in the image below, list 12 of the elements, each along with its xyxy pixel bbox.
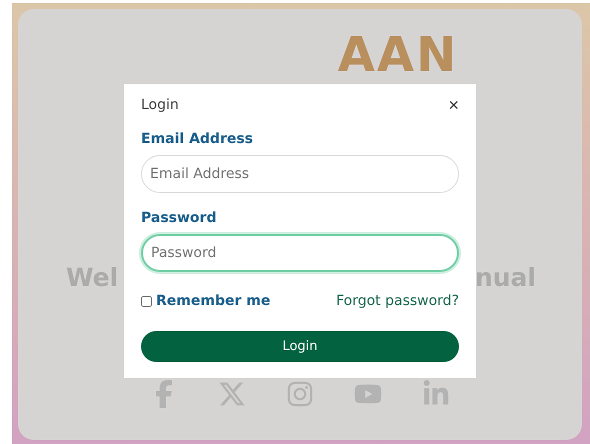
x-logo-icon[interactable] bbox=[218, 380, 246, 408]
forgot-password-link[interactable]: Forgot password? bbox=[336, 293, 459, 309]
checkbox[interactable] bbox=[141, 296, 152, 306]
field-label: Password bbox=[141, 210, 218, 226]
input-field[interactable]: Password bbox=[141, 234, 459, 272]
logo-text: AAN bbox=[338, 31, 458, 79]
close-button[interactable]: × bbox=[448, 96, 459, 114]
dialog-title: Login bbox=[141, 97, 179, 113]
instagram-icon[interactable] bbox=[286, 380, 314, 408]
login-button[interactable]: Login bbox=[141, 331, 459, 362]
field-label: Email Address bbox=[141, 131, 254, 147]
input-field[interactable]: Email Address bbox=[141, 155, 459, 193]
